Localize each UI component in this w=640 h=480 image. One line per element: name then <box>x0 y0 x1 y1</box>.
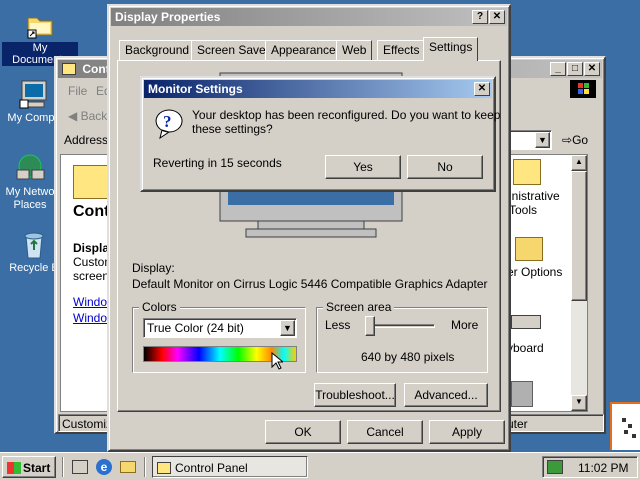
troubleshoot-button[interactable]: Troubleshoot... <box>314 383 396 407</box>
desktop-icon-label: Recycle B <box>9 262 59 274</box>
show-desktop-icon[interactable] <box>72 460 88 474</box>
tab-effects[interactable]: Effects <box>377 40 426 60</box>
close-button[interactable]: ✕ <box>584 62 600 76</box>
control-panel-app-icon <box>157 462 171 474</box>
scroll-down-button[interactable]: ▼ <box>571 395 587 411</box>
countdown-text: Reverting in 15 seconds <box>153 156 282 170</box>
display-settings-tray-icon[interactable] <box>547 460 563 474</box>
explorer-folder-icon[interactable] <box>120 461 136 473</box>
content-subheading: Displa <box>73 241 110 255</box>
mouse-pointer-icon <box>271 351 285 373</box>
content-description-2: screen <box>73 269 110 283</box>
display-properties-titlebar[interactable]: Display Properties ? ✕ <box>111 8 507 26</box>
screen-area-group-label: Screen area <box>323 300 395 314</box>
background-window-edge <box>610 402 640 450</box>
back-arrow-icon: ◀ <box>68 109 81 123</box>
advanced-button[interactable]: Advanced... <box>404 383 488 407</box>
tab-screen-saver[interactable]: Screen Saver <box>191 40 276 60</box>
resolution-label: 640 by 480 pixels <box>361 350 455 364</box>
go-arrow-icon: ⇨ <box>562 133 573 147</box>
chevron-down-icon[interactable]: ▼ <box>535 132 550 148</box>
display-adapter-value: Default Monitor on Cirrus Logic 5446 Com… <box>132 277 488 291</box>
minimize-button[interactable]: _ <box>550 62 566 76</box>
colors-group-label: Colors <box>139 300 180 314</box>
computer-icon <box>18 78 50 110</box>
users-icon[interactable] <box>511 381 533 407</box>
dialog-message-line-1: Your desktop has been reconfigured. Do y… <box>192 108 501 122</box>
menu-file[interactable]: File <box>68 84 87 98</box>
control-panel-large-icon <box>73 165 109 199</box>
display-properties-window[interactable]: Display Properties ? ✕ Background Screen… <box>107 4 511 452</box>
tab-appearance[interactable]: Appearance <box>265 40 342 60</box>
clock[interactable]: 11:02 PM <box>578 461 628 475</box>
network-icon <box>14 152 46 184</box>
admin-tools-icon[interactable] <box>513 159 541 185</box>
monitor-settings-dialog[interactable]: Monitor Settings ✕ ? Your desktop has be… <box>140 76 500 192</box>
colors-group: Colors True Color (24 bit) ▼ <box>132 300 306 373</box>
maximize-button[interactable]: □ <box>567 62 583 76</box>
monitor-settings-titlebar[interactable]: Monitor Settings ✕ <box>144 80 492 98</box>
keyboard-icon[interactable] <box>511 315 541 329</box>
apply-button[interactable]: Apply <box>429 420 505 444</box>
quick-launch-divider <box>62 457 64 477</box>
resolution-slider-track <box>367 324 435 328</box>
close-button[interactable]: ✕ <box>489 10 505 24</box>
internet-explorer-icon[interactable]: e <box>96 459 112 475</box>
item-admin-tools-label-1[interactable]: inistrative <box>509 189 560 203</box>
window-title: Display Properties <box>115 10 221 24</box>
question-icon: ? <box>154 108 184 143</box>
address-label: Address <box>64 133 109 147</box>
item-folder-options-label[interactable]: er Options <box>507 265 562 279</box>
ok-button[interactable]: OK <box>265 420 341 444</box>
status-bar-right: uter <box>496 414 604 432</box>
folder-options-icon[interactable] <box>515 237 543 261</box>
cancel-button[interactable]: Cancel <box>347 420 423 444</box>
tab-settings[interactable]: Settings <box>423 37 479 61</box>
scroll-up-button[interactable]: ▲ <box>571 155 587 171</box>
less-label: Less <box>325 318 351 332</box>
no-button[interactable]: No <box>407 155 483 179</box>
dialog-message-line-2: these settings? <box>192 122 273 136</box>
start-button[interactable]: Start <box>2 456 56 478</box>
windows-flag-icon <box>7 462 21 474</box>
back-button[interactable]: ◀ Back <box>68 109 107 123</box>
svg-text:?: ? <box>163 112 172 131</box>
recycle-bin-icon <box>18 228 50 260</box>
quick-launch-divider <box>144 457 146 477</box>
tab-background[interactable]: Background <box>119 40 196 60</box>
go-button[interactable]: ⇨Go <box>562 133 588 147</box>
scroll-thumb[interactable] <box>571 171 587 301</box>
folder-icon <box>24 8 56 40</box>
windows-logo-icon <box>570 80 596 98</box>
vertical-scrollbar[interactable]: ▲ ▼ <box>571 155 587 411</box>
screen-area-group: Screen area Less More 640 by 480 pixels <box>316 300 488 373</box>
help-button[interactable]: ? <box>472 10 488 24</box>
tab-web[interactable]: Web <box>336 40 373 60</box>
taskbar: Start e Control Panel 11:02 PM <box>0 452 640 480</box>
taskbar-button-control-panel[interactable]: Control Panel <box>152 456 308 478</box>
item-admin-tools-label-2[interactable]: Tools <box>509 203 537 217</box>
content-heading: Cont <box>73 203 110 220</box>
system-tray: 11:02 PM <box>542 456 638 478</box>
chevron-down-icon[interactable]: ▼ <box>280 320 295 336</box>
close-button[interactable]: ✕ <box>474 82 490 96</box>
control-panel-app-icon <box>62 63 76 75</box>
yes-button[interactable]: Yes <box>325 155 401 179</box>
colors-select[interactable]: True Color (24 bit) ▼ <box>143 318 297 338</box>
item-keyboard-label[interactable]: yboard <box>507 341 544 355</box>
address-dropdown[interactable]: ▼ <box>506 130 552 150</box>
more-label: More <box>451 318 479 332</box>
window-title: Monitor Settings <box>148 82 243 96</box>
resolution-slider-thumb[interactable] <box>365 316 375 336</box>
display-label: Display: <box>132 261 175 275</box>
